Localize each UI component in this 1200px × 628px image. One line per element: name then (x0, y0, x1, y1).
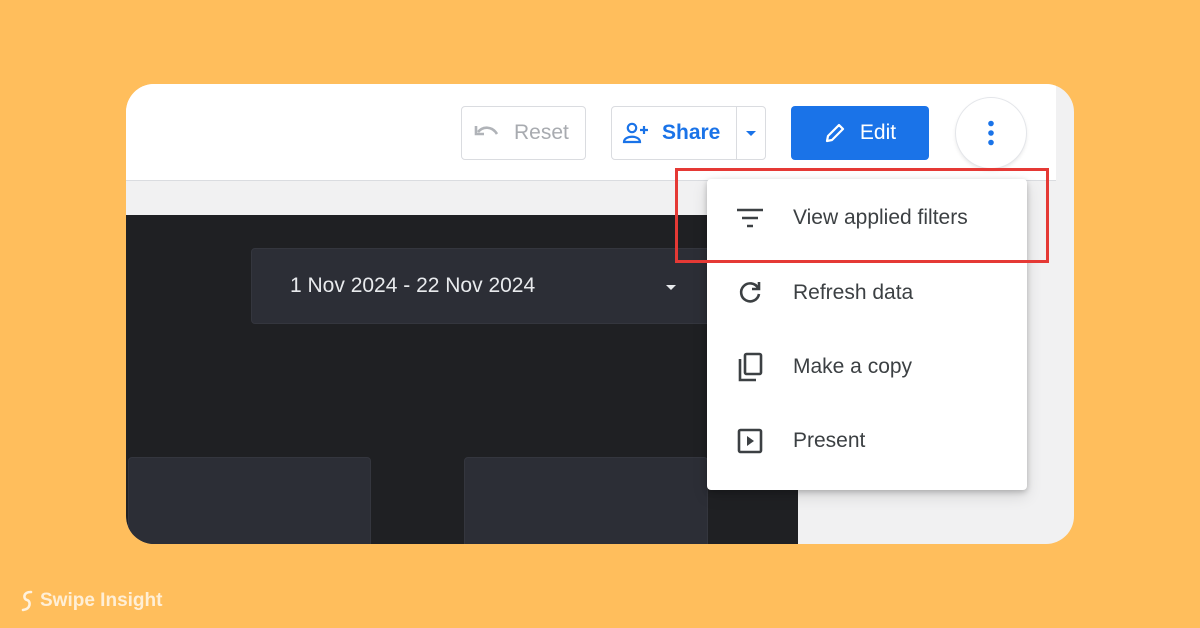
report-window: Reset Share Edit 1 Nov 2024 - 22 Nov 202… (126, 84, 1074, 544)
menu-item-label: Refresh data (793, 281, 914, 304)
chevron-down-icon (666, 285, 676, 290)
menu-item-view-applied-filters[interactable]: View applied filters (707, 181, 1027, 255)
menu-item-label: Present (793, 429, 866, 452)
scorecard-tile[interactable] (464, 457, 708, 544)
scorecard-tile[interactable] (128, 457, 371, 544)
present-icon (737, 428, 763, 454)
more-options-menu: View applied filters Refresh data Make a… (707, 179, 1027, 490)
share-button[interactable]: Share (612, 107, 736, 159)
date-range-value: 1 Nov 2024 - 22 Nov 2024 (290, 274, 536, 297)
refresh-icon (739, 282, 761, 303)
brand-watermark: Swipe Insight (20, 589, 162, 613)
more-vert-icon (988, 120, 994, 146)
date-range-picker[interactable]: 1 Nov 2024 - 22 Nov 2024 (251, 248, 721, 324)
menu-item-label: View applied filters (793, 206, 968, 229)
menu-item-refresh-data[interactable]: Refresh data (707, 256, 1027, 330)
share-dropdown-button[interactable] (737, 107, 766, 159)
brand-name: Swipe Insight (40, 590, 163, 611)
report-canvas: 1 Nov 2024 - 22 Nov 2024 (126, 215, 798, 544)
copy-icon (738, 352, 763, 382)
menu-item-present[interactable]: Present (707, 404, 1027, 478)
pencil-icon (825, 123, 845, 143)
add-person-icon (622, 122, 648, 144)
edit-label: Edit (859, 121, 897, 144)
menu-item-label: Make a copy (793, 355, 913, 378)
swipe-insight-logo-icon (21, 590, 33, 612)
reset-button[interactable]: Reset (461, 106, 586, 160)
more-options-button[interactable] (956, 98, 1026, 168)
undo-icon (474, 126, 499, 136)
menu-item-make-a-copy[interactable]: Make a copy (707, 330, 1027, 404)
report-toolbar: Reset Share Edit (126, 84, 1056, 181)
edit-button[interactable]: Edit (791, 106, 929, 160)
reset-label: Reset (514, 121, 569, 144)
share-button-group: Share (611, 106, 766, 160)
share-label: Share (662, 121, 721, 144)
filter-list-icon (737, 208, 763, 228)
